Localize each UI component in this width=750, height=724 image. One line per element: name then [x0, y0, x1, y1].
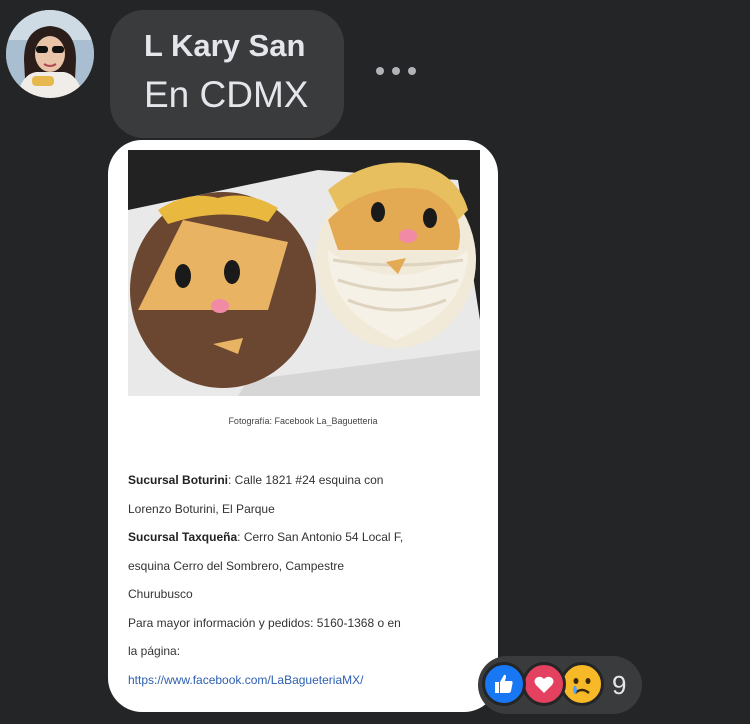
branch2-address-c: Churubusco	[128, 587, 193, 601]
attachment-info: Sucursal Boturini: Calle 1821 #24 esquin…	[128, 466, 478, 694]
photo-caption: Fotografía: Facebook La_Baguetteria	[228, 416, 378, 426]
contact-link-line: https://www.facebook.com/LaBagueteriaMX/	[128, 666, 478, 695]
contact-line-b: la página:	[128, 644, 181, 658]
contact-line-a: Para mayor información y pedidos: 5160-1…	[128, 615, 401, 630]
like-icon	[482, 662, 526, 706]
branch2-line1: Sucursal Taxqueña: Cerro San Antonio 54 …	[128, 523, 478, 552]
avatar[interactable]	[6, 10, 94, 98]
branch2-name: Sucursal Taxqueña	[128, 530, 238, 544]
sad-icon	[560, 662, 604, 706]
comment-attachment[interactable]: Fotografía: Facebook La_Baguetteria Sucu…	[108, 140, 498, 712]
branch2-address-a: : Cerro San Antonio 54 Local F,	[237, 530, 404, 544]
love-icon	[522, 662, 566, 706]
branch2-address-b: esquina Cerro del Sombrero, Campestre	[128, 558, 345, 573]
comment-bubble: L Kary San En CDMX	[110, 10, 344, 138]
branch1-line1: Sucursal Boturini: Calle 1821 #24 esquin…	[128, 466, 478, 495]
reaction-count: 9	[612, 670, 627, 700]
branch1-name: Sucursal Boturini	[128, 473, 229, 487]
more-options-icon[interactable]	[376, 56, 416, 86]
attachment-photo	[128, 150, 480, 396]
facebook-link[interactable]: https://www.facebook.com/LaBagueteriaMX/	[128, 673, 363, 687]
reactions-summary[interactable]: 9	[478, 656, 642, 714]
comment-author[interactable]: L Kary San	[144, 28, 305, 64]
avatar-photo	[6, 10, 94, 98]
branch1-address-a: : Calle 1821 #24 esquina con	[228, 473, 384, 487]
branch1-address-b: Lorenzo Boturini, El Parque	[128, 501, 275, 516]
comment-text: En CDMX	[144, 74, 309, 115]
bread-photo	[128, 150, 480, 396]
